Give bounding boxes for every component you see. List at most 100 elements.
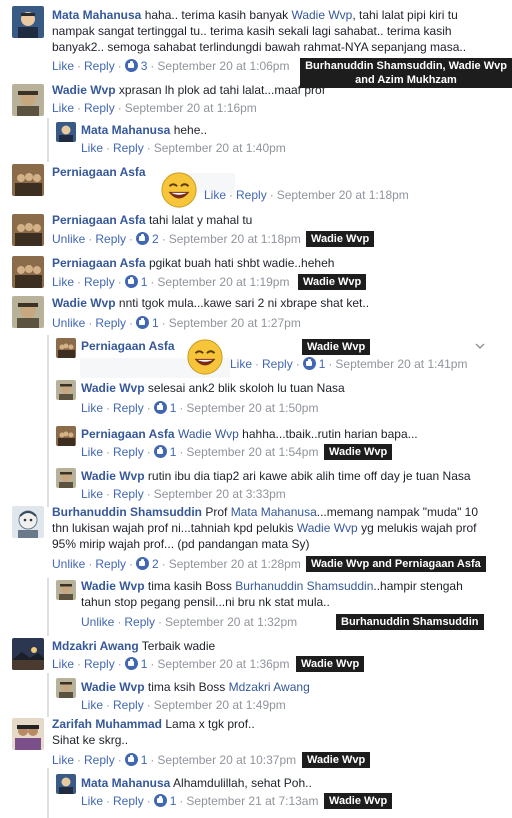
avatar[interactable] (56, 380, 76, 400)
unlike-button[interactable]: Unlike (52, 232, 85, 246)
like-count-icon[interactable] (136, 316, 150, 329)
comment-author[interactable]: Mata Mahanusa (52, 8, 141, 22)
like-button[interactable]: Like (81, 445, 103, 459)
comment-author[interactable]: Wadie Wvp (81, 579, 145, 593)
reply-button[interactable]: Reply (113, 794, 144, 808)
comment-timestamp[interactable]: September 20 at 10:37pm (157, 753, 296, 767)
reply-button[interactable]: Reply (95, 232, 126, 246)
like-button[interactable]: Like (52, 101, 74, 115)
avatar[interactable] (12, 6, 44, 38)
comment-timestamp[interactable]: September 20 at 1:32pm (165, 615, 297, 629)
comment-timestamp[interactable]: September 20 at 1:28pm (169, 557, 301, 571)
reply-button[interactable]: Reply (262, 357, 293, 371)
comment-author[interactable]: Wadie Wvp (81, 469, 145, 483)
comment-author[interactable]: Burhanuddin Shamsuddin (52, 505, 202, 519)
reply-button[interactable]: Reply (124, 615, 155, 629)
reply-button[interactable]: Reply (113, 487, 144, 501)
like-count-icon[interactable] (124, 657, 138, 670)
unlike-button[interactable]: Unlike (52, 316, 85, 330)
like-count-icon[interactable] (153, 445, 167, 458)
comment-timestamp[interactable]: September 20 at 1:27pm (169, 316, 301, 330)
avatar[interactable] (12, 84, 44, 116)
comment-author[interactable]: Wadie Wvp (52, 296, 116, 310)
comment-timestamp[interactable]: September 20 at 1:40pm (154, 141, 286, 155)
comment-timestamp[interactable]: September 20 at 1:16pm (125, 101, 257, 115)
like-count-icon[interactable] (153, 401, 167, 414)
chevron-down-icon[interactable] (474, 340, 486, 352)
like-button[interactable]: Like (81, 698, 103, 712)
comment-author[interactable]: Wadie Wvp (52, 83, 116, 97)
mention-link[interactable]: Burhanuddin Shamsuddin (235, 579, 373, 593)
reply-button[interactable]: Reply (113, 141, 144, 155)
avatar[interactable] (56, 122, 76, 142)
comment-timestamp[interactable]: September 20 at 1:19pm (157, 275, 289, 289)
mention-link[interactable]: Wadie Wvp (297, 521, 358, 535)
like-count-icon[interactable] (124, 59, 138, 72)
like-count-icon[interactable] (124, 753, 138, 766)
like-count-icon[interactable] (124, 275, 138, 288)
comment-author[interactable]: Mata Mahanusa (81, 123, 170, 137)
comment-timestamp[interactable]: September 21 at 7:13am (186, 794, 318, 808)
like-button[interactable]: Like (52, 275, 74, 289)
like-button[interactable]: Like (52, 59, 74, 73)
reply-button[interactable]: Reply (84, 59, 115, 73)
reply-button[interactable]: Reply (236, 188, 267, 202)
reply-button[interactable]: Reply (84, 101, 115, 115)
comment-author[interactable]: Perniagaan Asfa (81, 339, 175, 353)
comment-timestamp[interactable]: September 20 at 1:06pm (157, 59, 289, 73)
like-count-icon[interactable] (302, 357, 316, 370)
comment-timestamp[interactable]: September 20 at 1:18pm (277, 188, 409, 202)
comment-timestamp[interactable]: September 20 at 1:36pm (157, 657, 289, 671)
avatar[interactable] (56, 468, 76, 488)
comment-author[interactable]: Perniagaan Asfa (52, 165, 146, 179)
avatar[interactable] (56, 338, 76, 358)
comment-author[interactable]: Wadie Wvp (81, 680, 145, 694)
avatar[interactable] (56, 580, 76, 600)
avatar[interactable] (12, 164, 44, 196)
reply-button[interactable]: Reply (113, 445, 144, 459)
like-button[interactable]: Like (81, 141, 103, 155)
reply-button[interactable]: Reply (113, 401, 144, 415)
mention-link[interactable]: Wadie Wvp (291, 8, 352, 22)
reply-button[interactable]: Reply (84, 275, 115, 289)
comment-author[interactable]: Wadie Wvp (81, 381, 145, 395)
like-count[interactable]: 2 (152, 557, 159, 571)
avatar[interactable] (12, 214, 44, 246)
reply-button[interactable]: Reply (84, 657, 115, 671)
like-count-icon[interactable] (153, 794, 167, 807)
unlike-button[interactable]: Unlike (52, 557, 85, 571)
avatar[interactable] (56, 426, 76, 446)
like-button[interactable]: Like (204, 188, 226, 202)
comment-timestamp[interactable]: September 20 at 1:54pm (186, 445, 318, 459)
reply-button[interactable]: Reply (113, 698, 144, 712)
comment-author[interactable]: Perniagaan Asfa (81, 427, 175, 441)
like-count-icon[interactable] (136, 557, 150, 570)
avatar[interactable] (12, 506, 44, 538)
avatar[interactable] (12, 296, 44, 328)
comment-timestamp[interactable]: September 20 at 1:41pm (335, 357, 467, 371)
comment-timestamp[interactable]: September 20 at 1:18pm (169, 232, 301, 246)
avatar[interactable] (12, 256, 44, 288)
like-button[interactable]: Like (52, 657, 74, 671)
like-button[interactable]: Like (81, 794, 103, 808)
comment-author[interactable]: Mata Mahanusa (81, 776, 170, 790)
comment-timestamp[interactable]: September 20 at 1:49pm (154, 698, 286, 712)
comment-timestamp[interactable]: September 20 at 1:50pm (186, 401, 318, 415)
mention-link[interactable]: Mdzakri Awang (229, 680, 310, 694)
reply-button[interactable]: Reply (95, 557, 126, 571)
mention-link[interactable]: Wadie Wvp (178, 427, 239, 441)
like-count[interactable]: 1 (152, 316, 159, 330)
like-count[interactable]: 2 (152, 232, 159, 246)
like-button[interactable]: Like (52, 753, 74, 767)
comment-timestamp[interactable]: September 20 at 3:33pm (154, 487, 286, 501)
comment-author[interactable]: Perniagaan Asfa (52, 256, 146, 270)
avatar[interactable] (56, 678, 76, 698)
avatar[interactable] (12, 638, 44, 670)
like-button[interactable]: Like (81, 487, 103, 501)
like-button[interactable]: Like (230, 357, 252, 371)
comment-author[interactable]: Mdzakri Awang (52, 639, 139, 653)
comment-author[interactable]: Zarifah Muhammad (52, 717, 162, 731)
avatar[interactable] (12, 718, 44, 750)
avatar[interactable] (56, 774, 76, 794)
like-button[interactable]: Like (81, 401, 103, 415)
